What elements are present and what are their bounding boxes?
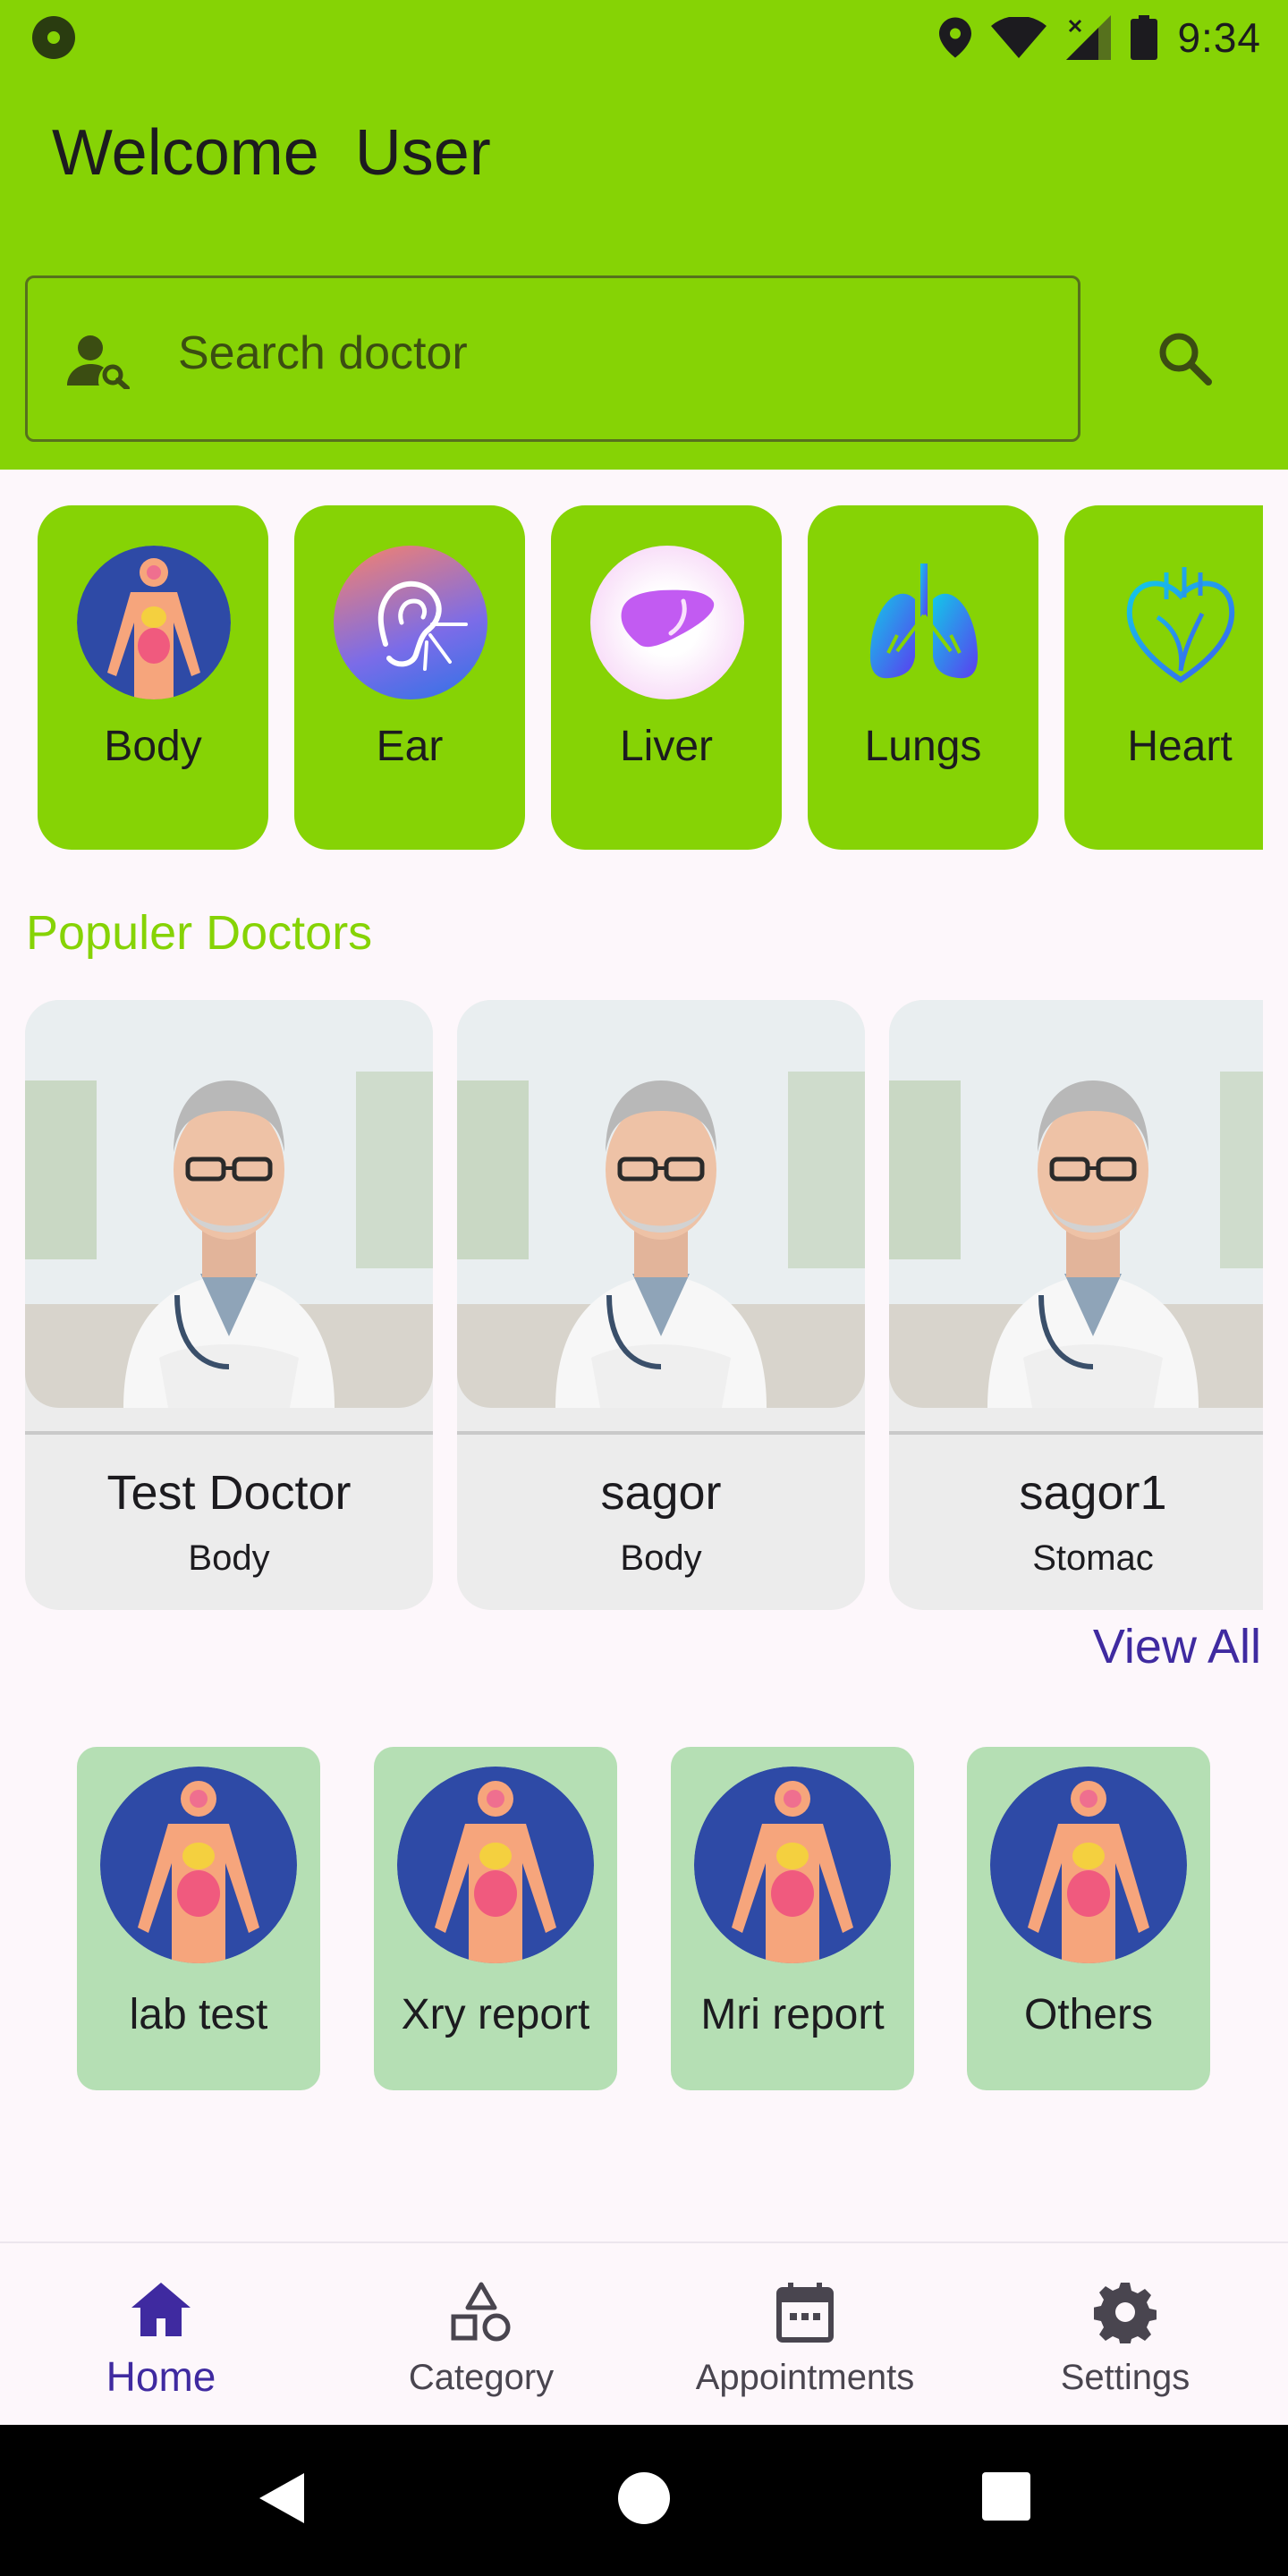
report-card-mri[interactable]: Mri report: [671, 1747, 914, 2090]
category-label: Heart: [1127, 723, 1233, 770]
report-card-lab-test[interactable]: lab test: [77, 1747, 320, 2090]
doctor-photo: [457, 1000, 865, 1408]
category-label: Lungs: [864, 723, 982, 770]
search-icon: [1159, 333, 1212, 386]
search-placeholder: Search doctor: [178, 327, 468, 379]
welcome-title: Welcome User: [52, 117, 491, 189]
body-organs-icon: [694, 1767, 891, 1963]
report-label: Mri report: [700, 1991, 885, 2038]
ear-icon: [334, 546, 487, 699]
liver-icon: [590, 546, 744, 699]
popular-doctors-title: Populer Doctors: [26, 906, 373, 960]
doctor-card[interactable]: Test Doctor Body: [25, 1000, 433, 1610]
location-icon: [939, 17, 972, 58]
report-label: lab test: [129, 1991, 268, 2038]
nav-label: Settings: [1060, 2358, 1191, 2397]
category-list: Body Ear Liver Lungs Heart: [0, 505, 1263, 854]
doctor-card[interactable]: sagor1 Stomac: [889, 1000, 1263, 1610]
calendar-icon: [776, 2283, 834, 2343]
home-icon: [131, 2283, 191, 2336]
status-icons: 9:34: [939, 11, 1261, 64]
body-organs-icon: [77, 546, 231, 699]
doctor-card[interactable]: sagor Body: [457, 1000, 865, 1610]
lungs-icon: [847, 546, 1001, 699]
status-bar: 9:34: [0, 0, 1288, 75]
body-organs-icon: [990, 1767, 1187, 1963]
status-time: 9:34: [1177, 14, 1261, 61]
app-header: 9:34 Welcome User Search doctor: [0, 0, 1288, 470]
body-organs-icon: [100, 1767, 297, 1963]
divider: [889, 1431, 1263, 1435]
view-all-link[interactable]: View All: [1093, 1619, 1261, 1674]
category-card-ear[interactable]: Ear: [294, 505, 525, 850]
battery-icon: [1131, 15, 1158, 60]
person-search-icon: [67, 335, 130, 389]
cell-signal-icon: [1066, 15, 1112, 60]
doctor-specialty: Body: [620, 1538, 702, 1578]
nav-settings[interactable]: Settings: [978, 2243, 1273, 2427]
body-organs-icon: [397, 1767, 594, 1963]
search-doctor-field[interactable]: Search doctor: [25, 275, 1080, 442]
doctor-name: sagor1: [1019, 1466, 1167, 1520]
system-navigation-bar: [0, 2425, 1288, 2576]
gear-icon: [1094, 2283, 1157, 2343]
wifi-icon: [991, 17, 1047, 58]
back-icon[interactable]: [258, 2471, 306, 2525]
doctor-name: sagor: [600, 1466, 722, 1520]
heart-icon: [1104, 546, 1258, 699]
category-card-lungs[interactable]: Lungs: [808, 505, 1038, 850]
nav-label: Appointments: [695, 2358, 915, 2397]
report-card-xray[interactable]: Xry report: [374, 1747, 617, 2090]
category-card-body[interactable]: Body: [38, 505, 268, 850]
nav-label: Category: [408, 2358, 555, 2397]
doctor-photo: [25, 1000, 433, 1408]
doctor-name: Test Doctor: [106, 1466, 352, 1520]
category-card-liver[interactable]: Liver: [551, 505, 782, 850]
doctor-photo: [889, 1000, 1263, 1408]
category-label: Ear: [376, 723, 444, 770]
category-label: Liver: [619, 723, 714, 770]
app-notification-icon: [32, 16, 75, 59]
report-label: Others: [1023, 1991, 1154, 2038]
divider: [457, 1431, 865, 1435]
recents-icon[interactable]: [982, 2471, 1030, 2521]
nav-label: Home: [106, 2353, 216, 2400]
report-card-others[interactable]: Others: [967, 1747, 1210, 2090]
home-circle-icon[interactable]: [617, 2471, 671, 2525]
report-label: Xry report: [401, 1991, 590, 2038]
category-card-heart[interactable]: Heart: [1064, 505, 1263, 850]
nav-category[interactable]: Category: [334, 2243, 629, 2427]
doctor-specialty: Body: [188, 1538, 270, 1578]
bottom-navigation: Home Category Appointments Settings: [0, 2241, 1288, 2427]
category-label: Body: [104, 723, 202, 770]
shapes-icon: [451, 2282, 511, 2342]
divider: [25, 1431, 433, 1435]
nav-appointments[interactable]: Appointments: [657, 2243, 953, 2427]
doctor-list: Test Doctor Body sagor Body sagor1 Stoma…: [0, 1000, 1263, 1617]
doctor-specialty: Stomac: [1032, 1538, 1154, 1578]
search-button[interactable]: [1154, 327, 1216, 390]
nav-home[interactable]: Home: [13, 2243, 309, 2427]
